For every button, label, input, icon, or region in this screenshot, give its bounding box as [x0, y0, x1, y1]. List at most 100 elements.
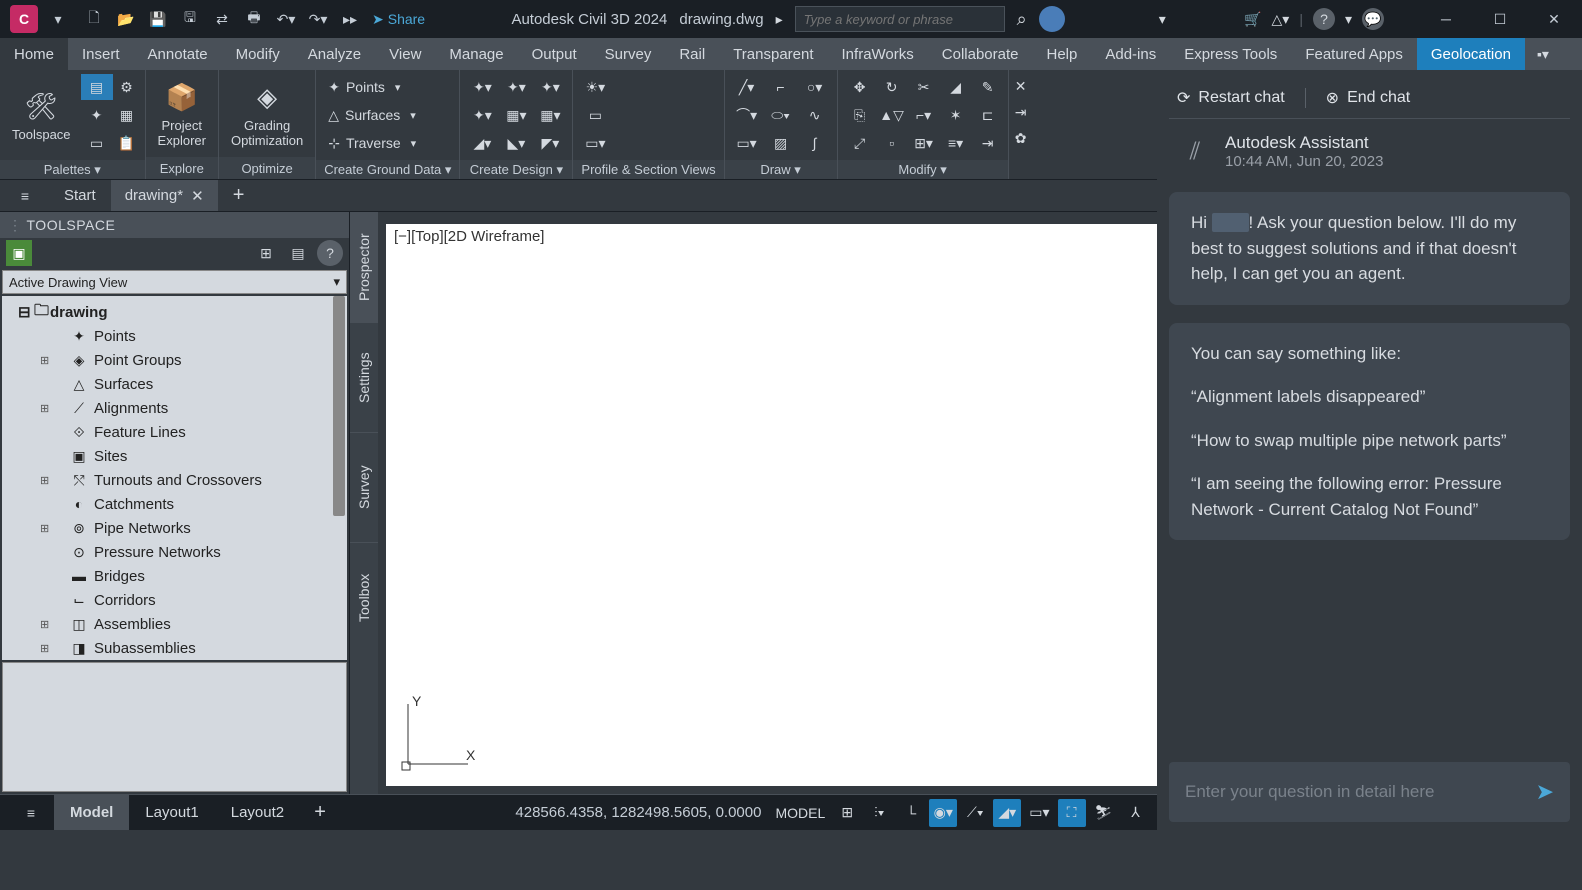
curve-icon[interactable]: ∿ [799, 102, 831, 128]
undo-icon[interactable]: ↶▾ [272, 5, 300, 33]
tree-item[interactable]: ⌙Corridors [2, 588, 347, 612]
ribbon-tab-view[interactable]: View [375, 38, 435, 70]
view-select[interactable]: Active Drawing View▾ [2, 270, 347, 294]
ribbon-tab-infraworks[interactable]: InfraWorks [828, 38, 928, 70]
tree-item[interactable]: ⊞◫Assemblies [2, 612, 347, 636]
chat-input[interactable] [1185, 782, 1536, 802]
search-input[interactable] [804, 12, 996, 27]
surfaces-button[interactable]: △Surfaces [322, 102, 422, 128]
snap-icon[interactable]: ⫶▾ [865, 799, 893, 827]
copy-icon[interactable]: ⎘ [844, 102, 876, 128]
line-icon[interactable]: ╱▾ [731, 74, 763, 100]
scrollbar-thumb[interactable] [333, 296, 345, 516]
pencil-icon[interactable]: ✎ [972, 74, 1004, 100]
close-button[interactable]: ✕ [1542, 7, 1566, 31]
tree-item[interactable]: △Surfaces [2, 372, 347, 396]
ribbon-tab-insert[interactable]: Insert [68, 38, 134, 70]
doc-dropdown-icon[interactable]: ▸ [776, 11, 783, 28]
cycling-icon[interactable]: ⛷ [1090, 799, 1118, 827]
ribbon-overflow-icon[interactable]: ▪▾ [1525, 38, 1561, 70]
side-collapse-icon[interactable]: ⇥ [1011, 102, 1031, 122]
transparency-icon[interactable]: ⛶ [1058, 799, 1086, 827]
ts-help-icon[interactable]: ? [317, 240, 343, 266]
ribbon-tab-analyze[interactable]: Analyze [294, 38, 375, 70]
tree-item[interactable]: ⊞◨Subassemblies [2, 636, 347, 660]
tree-item[interactable]: ⊞◈Point Groups [2, 348, 347, 372]
circle-icon[interactable]: ○▾ [799, 74, 831, 100]
anno-scale-icon[interactable]: ⅄ [1122, 799, 1150, 827]
design-icon-5[interactable]: ▦▾ [500, 102, 532, 128]
lineweight-icon[interactable]: ▭▾ [1025, 799, 1053, 827]
offset-icon[interactable]: ⊏ [972, 102, 1004, 128]
ribbon-tab-rail[interactable]: Rail [665, 38, 719, 70]
mirror-icon[interactable]: ▲▽ [876, 102, 908, 128]
project-explorer-button[interactable]: 📦 Project Explorer [152, 76, 212, 152]
side-tab-survey[interactable]: Survey [350, 432, 378, 542]
ts-icon-1[interactable]: ⊞ [253, 240, 279, 266]
move-icon[interactable]: ✥ [844, 74, 876, 100]
design-icon-2[interactable]: ✦▾ [500, 74, 532, 100]
autodesk-icon[interactable]: △▾ [1272, 11, 1290, 28]
user-avatar[interactable] [1039, 6, 1065, 32]
profile-icon-1[interactable]: ☀▾ [579, 74, 611, 100]
trim-icon[interactable]: ✂ [908, 74, 940, 100]
status-menu-icon[interactable]: ≡ [8, 805, 54, 821]
fast-forward-icon[interactable]: ▸▸ [336, 5, 364, 33]
ribbon-tab-manage[interactable]: Manage [435, 38, 517, 70]
design-icon-8[interactable]: ◣▾ [500, 130, 532, 156]
tree-view[interactable]: ⊟🗀drawing ✦Points⊞◈Point Groups△Surfaces… [2, 296, 347, 660]
tree-item[interactable]: ⊞⤲Turnouts and Crossovers [2, 468, 347, 492]
toolspace-button[interactable]: 🛠 Toolspace [6, 85, 77, 146]
track-icon[interactable]: ⟋▾ [961, 799, 989, 827]
open-icon[interactable]: 📂 [112, 5, 140, 33]
side-tab-settings[interactable]: Settings [350, 322, 378, 432]
grid-icon[interactable]: ⊞ [833, 799, 861, 827]
design-icon-7[interactable]: ◢▾ [466, 130, 498, 156]
tree-item[interactable]: ⊞⟋Alignments [2, 396, 347, 420]
maximize-button[interactable]: ☐ [1488, 7, 1512, 31]
tree-item[interactable]: ▣Sites [2, 444, 347, 468]
new-icon[interactable]: 🗋 [80, 5, 108, 33]
tree-item[interactable]: ✦Points [2, 324, 347, 348]
design-icon-4[interactable]: ✦▾ [466, 102, 498, 128]
stretch-icon[interactable]: ⤢ [844, 130, 876, 156]
explode-icon[interactable]: ✶ [940, 102, 972, 128]
doc-tab-start[interactable]: Start [50, 180, 111, 211]
arc-icon[interactable]: ⌒▾ [731, 102, 763, 128]
doc-tab-drawing[interactable]: drawing*✕ [111, 180, 219, 211]
design-icon-1[interactable]: ✦▾ [466, 74, 498, 100]
minimize-button[interactable]: ─ [1434, 7, 1458, 31]
points-button[interactable]: ✦Points [322, 74, 422, 100]
ribbon-tab-geolocation[interactable]: Geolocation [1417, 38, 1525, 70]
redo-icon[interactable]: ↷▾ [304, 5, 332, 33]
restart-chat-button[interactable]: ⟳ Restart chat [1177, 88, 1285, 108]
ribbon-tab-featured-apps[interactable]: Featured Apps [1291, 38, 1417, 70]
ribbon-tab-output[interactable]: Output [518, 38, 591, 70]
ribbon-tab-help[interactable]: Help [1032, 38, 1091, 70]
ribbon-tab-collaborate[interactable]: Collaborate [928, 38, 1033, 70]
palette-icon-3[interactable]: ✦ [81, 102, 113, 128]
cart-icon[interactable]: 🛒 [1244, 11, 1261, 28]
ribbon-tab-annotate[interactable]: Annotate [134, 38, 222, 70]
palette-icon-4[interactable]: ▦ [111, 102, 143, 128]
viewport-controls[interactable]: [−][Top][2D Wireframe] [394, 228, 544, 245]
ribbon-tab-express-tools[interactable]: Express Tools [1170, 38, 1291, 70]
side-tab-toolbox[interactable]: Toolbox [350, 542, 378, 652]
search-icon[interactable]: ⌕ [1017, 9, 1027, 30]
scale-icon[interactable]: ▫ [876, 130, 908, 156]
hatch-icon[interactable]: ▨ [765, 130, 797, 156]
ribbon-tab-home[interactable]: Home [0, 38, 68, 70]
ribbon-tab-modify[interactable]: Modify [222, 38, 294, 70]
ortho-icon[interactable]: └ [897, 799, 925, 827]
tree-item[interactable]: ⊙Pressure Networks [2, 540, 347, 564]
array-icon[interactable]: ⊞▾ [908, 130, 940, 156]
ts-icon-2[interactable]: ▤ [285, 240, 311, 266]
spline-icon[interactable]: ∫ [799, 130, 831, 156]
help-icon[interactable]: ? [1313, 8, 1335, 30]
side-gear-icon[interactable]: ✿ [1011, 128, 1031, 148]
fillet-icon[interactable]: ⌐▾ [908, 102, 940, 128]
layout-tab-model[interactable]: Model [54, 795, 129, 830]
tree-root[interactable]: ⊟🗀drawing [2, 300, 347, 324]
end-chat-button[interactable]: ⊗ End chat [1326, 88, 1411, 108]
design-icon-3[interactable]: ✦▾ [534, 74, 566, 100]
